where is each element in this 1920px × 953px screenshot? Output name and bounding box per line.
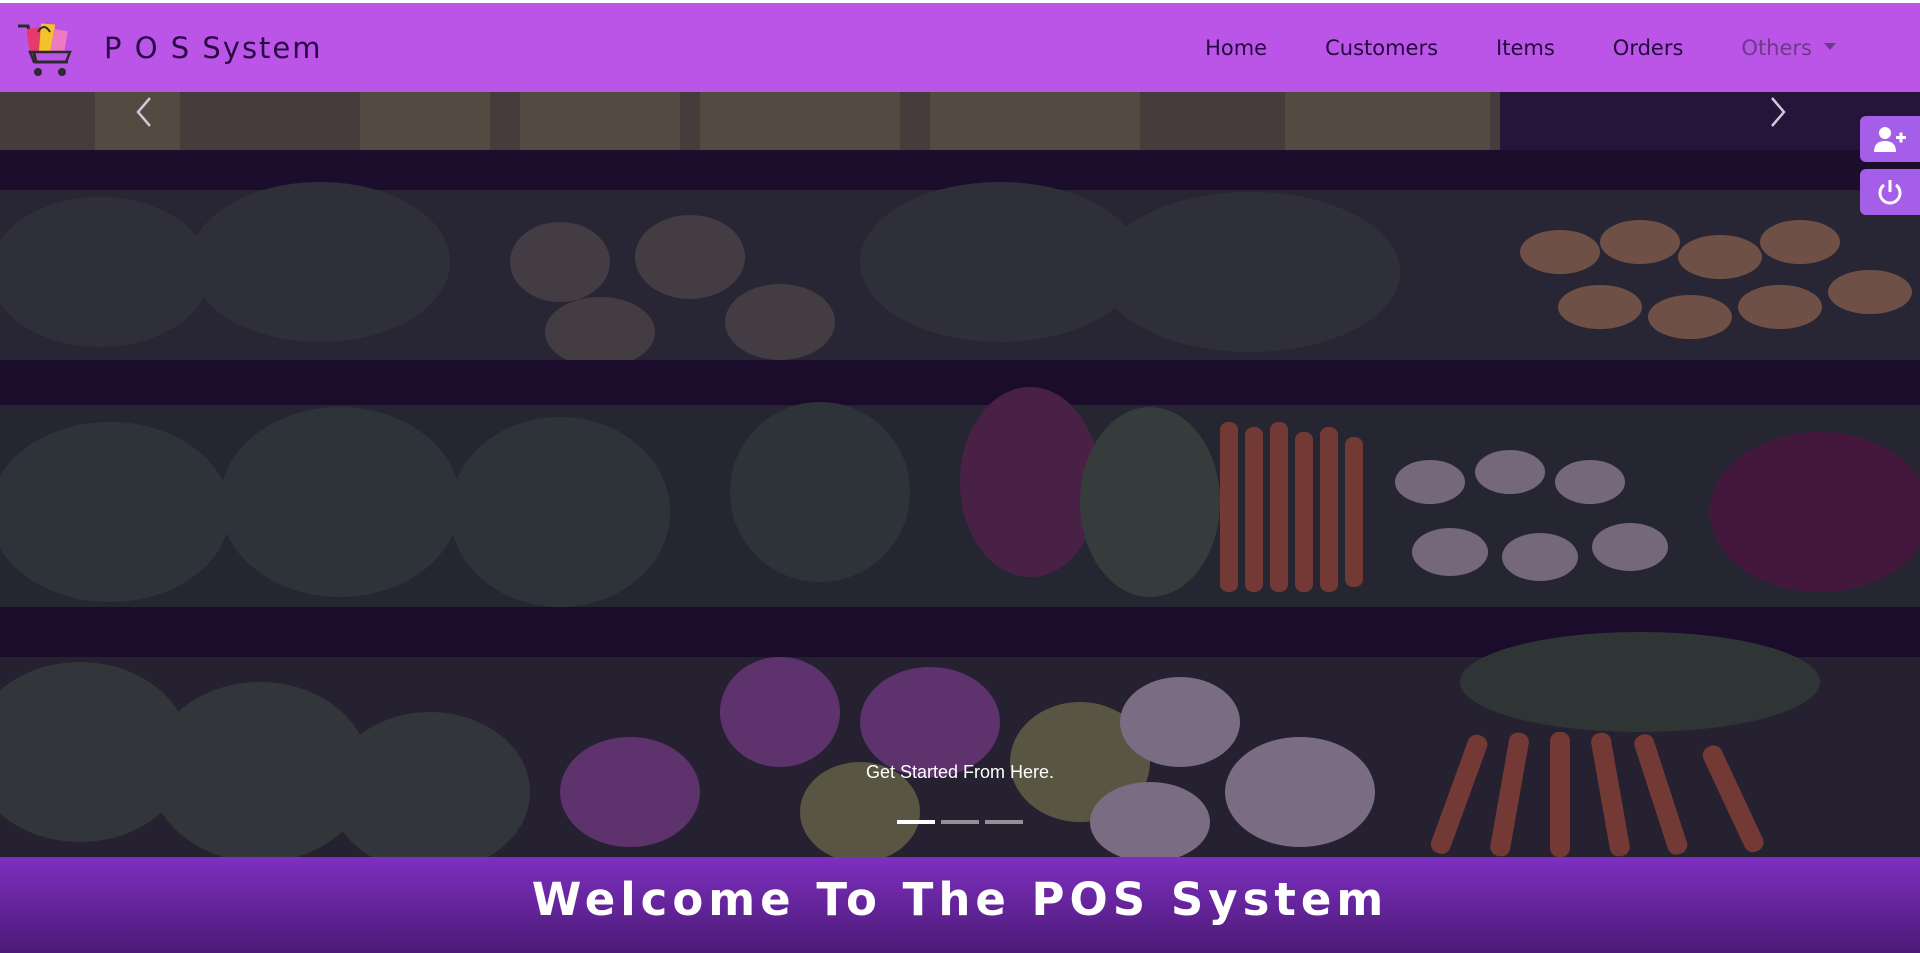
shopping-cart-logo (18, 23, 72, 76)
nav-orders[interactable]: Orders (1613, 36, 1684, 60)
nav-links: Home Customers Items Orders Others (1147, 3, 1836, 92)
nav-items[interactable]: Items (1496, 36, 1555, 60)
chevron-right-icon[interactable] (1756, 92, 1796, 132)
brand-title: P O S System (104, 30, 323, 65)
carousel-indicators (0, 820, 1920, 824)
caret-down-icon (1824, 43, 1836, 50)
welcome-banner: Welcome To The POS System (0, 857, 1920, 953)
brand[interactable]: P O S System (14, 14, 323, 82)
welcome-heading: Welcome To The POS System (531, 872, 1389, 926)
add-user-button[interactable] (1860, 116, 1920, 162)
carousel-caption: Get Started From Here. (865, 762, 1055, 782)
nav-customers[interactable]: Customers (1325, 36, 1438, 60)
power-icon (1878, 180, 1902, 205)
add-user-icon (1874, 127, 1906, 152)
hero-overlay (0, 92, 1920, 857)
nav-others-dropdown[interactable]: Others (1741, 36, 1836, 60)
logout-button[interactable] (1860, 169, 1920, 215)
navbar: P O S System Home Customers Items Orders… (0, 3, 1920, 92)
carousel-indicator[interactable] (985, 820, 1023, 824)
nav-home[interactable]: Home (1205, 36, 1267, 60)
carousel-indicator[interactable] (897, 820, 935, 824)
nav-others-label: Others (1741, 35, 1812, 60)
hero-carousel: Get Started From Here. (0, 92, 1920, 857)
chevron-left-icon[interactable] (126, 92, 166, 132)
carousel-indicator[interactable] (941, 820, 979, 824)
